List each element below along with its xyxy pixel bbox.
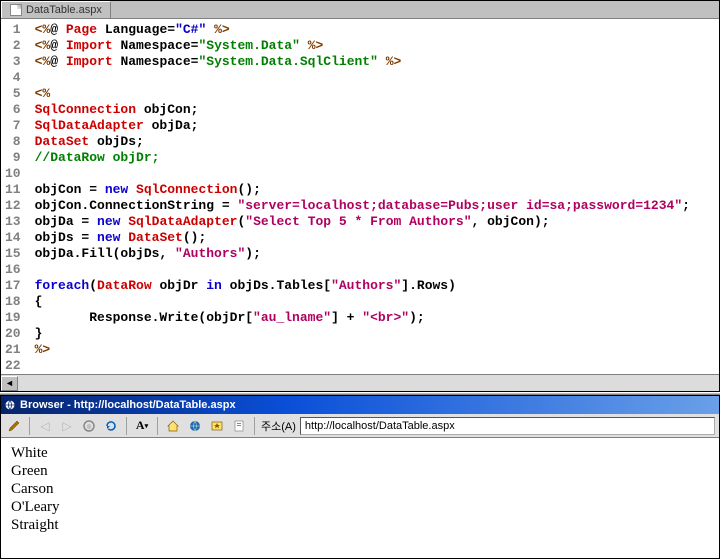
home-icon[interactable] bbox=[164, 417, 182, 435]
editor-area[interactable]: 12345678910111213141516171819202122 <%@ … bbox=[1, 19, 719, 374]
code-line[interactable] bbox=[35, 70, 719, 86]
line-number: 3 bbox=[5, 54, 21, 70]
output-line: Carson bbox=[11, 480, 709, 498]
browser-toolbar: ◁ ▷ ⦻ A▾ 주소(A) bbox=[1, 414, 719, 438]
output-line: Straight bbox=[11, 516, 709, 534]
code-line[interactable]: objCon = new SqlConnection(); bbox=[35, 182, 719, 198]
line-number: 5 bbox=[5, 86, 21, 102]
back-icon[interactable]: ◁ bbox=[36, 417, 54, 435]
editor-tabbar: DataTable.aspx bbox=[1, 1, 719, 19]
stop-icon[interactable]: ⦻ bbox=[80, 417, 98, 435]
line-number: 17 bbox=[5, 278, 21, 294]
toolbar-separator bbox=[157, 417, 158, 435]
line-number: 8 bbox=[5, 134, 21, 150]
address-label: 주소(A) bbox=[261, 418, 296, 434]
editor-tab-active[interactable]: DataTable.aspx bbox=[1, 1, 111, 18]
code-line[interactable]: %> bbox=[35, 342, 719, 358]
forward-icon[interactable]: ▷ bbox=[58, 417, 76, 435]
line-number: 7 bbox=[5, 118, 21, 134]
code-line[interactable]: } bbox=[35, 326, 719, 342]
line-number: 14 bbox=[5, 230, 21, 246]
code-line[interactable]: { bbox=[35, 294, 719, 310]
code-line[interactable]: objDa.Fill(objDs, "Authors"); bbox=[35, 246, 719, 262]
code-line[interactable]: <%@ Import Namespace="System.Data.SqlCli… bbox=[35, 54, 719, 70]
code-line[interactable]: <%@ Page Language="C#" %> bbox=[35, 22, 719, 38]
code-line[interactable]: DataSet objDs; bbox=[35, 134, 719, 150]
horizontal-scrollbar[interactable]: ◄ bbox=[1, 374, 719, 391]
line-number: 10 bbox=[5, 166, 21, 182]
code-line[interactable] bbox=[35, 166, 719, 182]
code-line[interactable]: SqlConnection objCon; bbox=[35, 102, 719, 118]
search-web-icon[interactable] bbox=[186, 417, 204, 435]
browser-title-text: Browser - http://localhost/DataTable.asp… bbox=[20, 399, 236, 411]
code-line[interactable]: Response.Write(objDr["au_lname"] + "<br>… bbox=[35, 310, 719, 326]
toolbar-separator bbox=[254, 417, 255, 435]
code-line[interactable]: objDa = new SqlDataAdapter("Select Top 5… bbox=[35, 214, 719, 230]
refresh-icon[interactable] bbox=[102, 417, 120, 435]
code-line[interactable]: <% bbox=[35, 86, 719, 102]
output-line: White bbox=[11, 444, 709, 462]
favorites-icon[interactable] bbox=[208, 417, 226, 435]
line-number: 9 bbox=[5, 150, 21, 166]
browser-window-icon bbox=[4, 399, 16, 411]
browser-content: WhiteGreenCarsonO'LearyStraight bbox=[1, 438, 719, 558]
output-line: O'Leary bbox=[11, 498, 709, 516]
line-number: 2 bbox=[5, 38, 21, 54]
code-line[interactable] bbox=[35, 262, 719, 278]
browser-window: Browser - http://localhost/DataTable.asp… bbox=[0, 395, 720, 559]
code-line[interactable]: SqlDataAdapter objDa; bbox=[35, 118, 719, 134]
code-line[interactable]: objDs = new DataSet(); bbox=[35, 230, 719, 246]
line-number: 6 bbox=[5, 102, 21, 118]
pencil-icon[interactable] bbox=[5, 417, 23, 435]
line-number: 15 bbox=[5, 246, 21, 262]
code-line[interactable]: objCon.ConnectionString = "server=localh… bbox=[35, 198, 719, 214]
line-number: 22 bbox=[5, 358, 21, 374]
toolbar-separator bbox=[29, 417, 30, 435]
folder-icon[interactable] bbox=[230, 417, 248, 435]
output-line: Green bbox=[11, 462, 709, 480]
code-body[interactable]: <%@ Page Language="C#" %><%@ Import Name… bbox=[29, 20, 719, 374]
code-line[interactable]: //DataRow objDr; bbox=[35, 150, 719, 166]
code-editor-window: DataTable.aspx 1234567891011121314151617… bbox=[0, 0, 720, 392]
line-number: 16 bbox=[5, 262, 21, 278]
line-number: 21 bbox=[5, 342, 21, 358]
line-number: 20 bbox=[5, 326, 21, 342]
line-number: 18 bbox=[5, 294, 21, 310]
toolbar-separator bbox=[126, 417, 127, 435]
line-number: 4 bbox=[5, 70, 21, 86]
line-number: 11 bbox=[5, 182, 21, 198]
svg-text:⦻: ⦻ bbox=[87, 424, 91, 430]
line-number: 1 bbox=[5, 22, 21, 38]
code-line[interactable]: foreach(DataRow objDr in objDs.Tables["A… bbox=[35, 278, 719, 294]
address-input[interactable] bbox=[300, 417, 715, 435]
font-size-icon[interactable]: A▾ bbox=[133, 417, 151, 435]
code-line[interactable] bbox=[35, 358, 719, 374]
scroll-left-button[interactable]: ◄ bbox=[1, 376, 18, 391]
line-number: 12 bbox=[5, 198, 21, 214]
editor-tab-label: DataTable.aspx bbox=[26, 4, 102, 16]
document-icon bbox=[10, 4, 22, 16]
line-number: 19 bbox=[5, 310, 21, 326]
line-number-gutter: 12345678910111213141516171819202122 bbox=[1, 20, 29, 374]
line-number: 13 bbox=[5, 214, 21, 230]
code-line[interactable]: <%@ Import Namespace="System.Data" %> bbox=[35, 38, 719, 54]
browser-titlebar: Browser - http://localhost/DataTable.asp… bbox=[1, 396, 719, 414]
